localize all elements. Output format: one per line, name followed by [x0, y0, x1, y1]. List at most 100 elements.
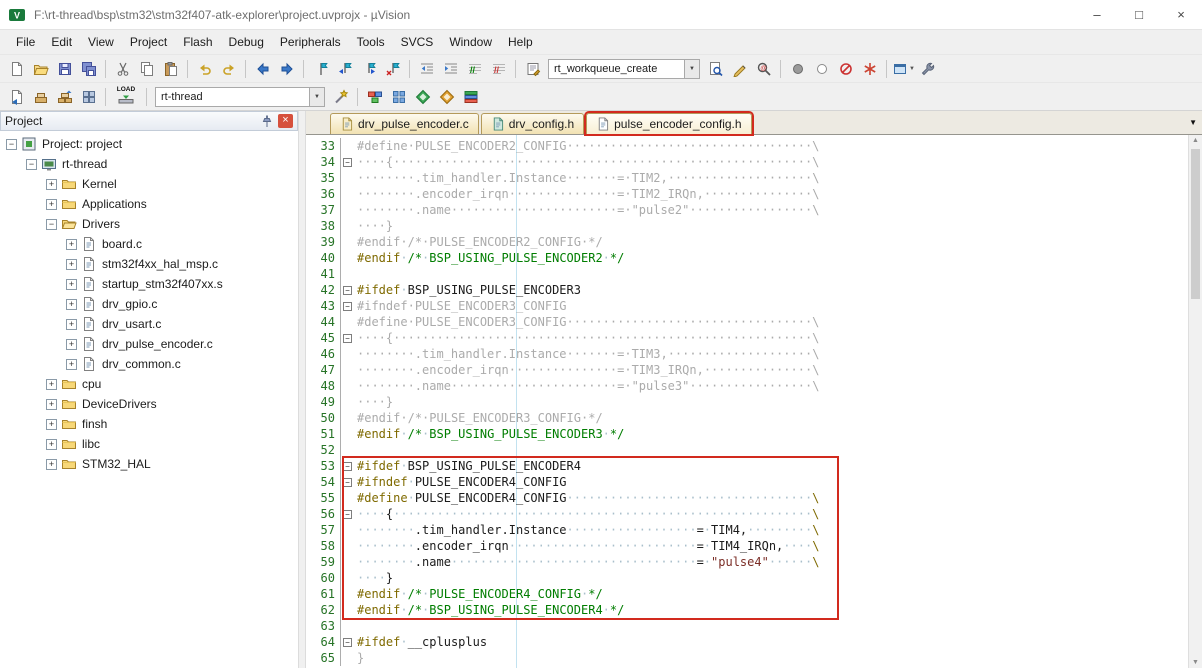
cut-icon[interactable] — [111, 58, 134, 80]
collapse-icon[interactable]: − — [343, 510, 352, 519]
expand-icon[interactable]: + — [46, 379, 57, 390]
menu-help[interactable]: Help — [500, 32, 541, 52]
code-line-44[interactable]: 44#define·PULSE_ENCODER3_CONFIG·········… — [306, 314, 1188, 330]
code-line-50[interactable]: 50#endif·/*·PULSE_ENCODER3_CONFIG·*/ — [306, 410, 1188, 426]
collapse-icon[interactable]: − — [343, 638, 352, 647]
fold-marker-icon[interactable]: − — [340, 330, 354, 346]
code-line-39[interactable]: 39#endif·/*·PULSE_ENCODER2_CONFIG·*/ — [306, 234, 1188, 250]
target-combo[interactable]: rt-thread▼ — [155, 87, 325, 107]
expand-icon[interactable]: + — [46, 399, 57, 410]
code-line-62[interactable]: 62#endif·/*·BSP_USING_PULSE_ENCODER4·*/ — [306, 602, 1188, 618]
expand-icon[interactable]: + — [46, 199, 57, 210]
save-icon[interactable] — [53, 58, 76, 80]
manage-project-items-icon[interactable] — [363, 86, 386, 108]
navigate-back-icon[interactable] — [251, 58, 274, 80]
menu-view[interactable]: View — [80, 32, 122, 52]
file-extensions-icon[interactable] — [387, 86, 410, 108]
code-line-47[interactable]: 47········.encoder_irqn···············=·… — [306, 362, 1188, 378]
menu-peripherals[interactable]: Peripherals — [272, 32, 349, 52]
code-line-61[interactable]: 61#endif·/*·PULSE_ENCODER4_CONFIG·*/ — [306, 586, 1188, 602]
expand-icon[interactable]: + — [46, 439, 57, 450]
fold-marker-icon[interactable]: − — [340, 154, 354, 170]
tree-item-drv-pulse-encoder-c[interactable]: +drv_pulse_encoder.c — [0, 334, 298, 354]
menu-flash[interactable]: Flash — [175, 32, 220, 52]
code-line-56[interactable]: 56−····{································… — [306, 506, 1188, 522]
configure-tools-icon[interactable] — [916, 58, 939, 80]
redo-icon[interactable] — [217, 58, 240, 80]
expand-icon[interactable]: + — [46, 459, 57, 470]
bookmark-clear-icon[interactable] — [381, 58, 404, 80]
minimize-button[interactable]: – — [1076, 0, 1118, 30]
collapse-icon[interactable]: − — [6, 139, 17, 150]
tree-item-stm32f4xx-hal-msp-c[interactable]: +stm32f4xx_hal_msp.c — [0, 254, 298, 274]
scrollbar-down-icon[interactable]: ▼ — [1189, 659, 1202, 666]
batch-build-icon[interactable] — [77, 86, 100, 108]
fold-marker-icon[interactable]: − — [340, 506, 354, 522]
expand-icon[interactable]: + — [46, 179, 57, 190]
annotate-icon[interactable] — [728, 58, 751, 80]
expand-icon[interactable]: + — [66, 279, 77, 290]
code-line-36[interactable]: 36········.encoder_irqn···············=·… — [306, 186, 1188, 202]
code-line-42[interactable]: 42−#ifdef·BSP_USING_PULSE_ENCODER3 — [306, 282, 1188, 298]
expand-icon[interactable]: + — [46, 419, 57, 430]
breakpoint-kill-all-icon[interactable] — [858, 58, 881, 80]
code-line-64[interactable]: 64−#ifdef·__cplusplus — [306, 634, 1188, 650]
code-line-35[interactable]: 35········.tim_handler.Instance·······=·… — [306, 170, 1188, 186]
undo-icon[interactable] — [193, 58, 216, 80]
save-all-icon[interactable] — [77, 58, 100, 80]
tree-item-finsh[interactable]: +finsh — [0, 414, 298, 434]
expand-icon[interactable]: + — [66, 299, 77, 310]
new-file-icon[interactable] — [5, 58, 28, 80]
download-icon[interactable]: LOAD — [111, 86, 141, 108]
collapse-icon[interactable]: − — [343, 286, 352, 295]
bookmark-toggle-icon[interactable] — [309, 58, 332, 80]
indent-right-icon[interactable] — [439, 58, 462, 80]
code-line-43[interactable]: 43−#ifndef·PULSE_ENCODER3_CONFIG — [306, 298, 1188, 314]
code-line-38[interactable]: 38····} — [306, 218, 1188, 234]
pin-icon[interactable] — [260, 114, 274, 128]
tree-item-libc[interactable]: +libc — [0, 434, 298, 454]
tree-item-drv-usart-c[interactable]: +drv_usart.c — [0, 314, 298, 334]
code-line-33[interactable]: 33#define·PULSE_ENCODER2_CONFIG·········… — [306, 138, 1188, 154]
code-line-54[interactable]: 54−#ifndef·PULSE_ENCODER4_CONFIG — [306, 474, 1188, 490]
open-folder-icon[interactable] — [29, 58, 52, 80]
code-line-58[interactable]: 58········.encoder_irqn·················… — [306, 538, 1188, 554]
editor-scrollbar[interactable]: ▲ ▼ — [1188, 135, 1202, 668]
code-line-55[interactable]: 55#define·PULSE_ENCODER4_CONFIG·········… — [306, 490, 1188, 506]
fold-marker-icon[interactable]: − — [340, 282, 354, 298]
tree-item-startup-stm32f407xx-s[interactable]: +startup_stm32f407xx.s — [0, 274, 298, 294]
search-icon[interactable]: @ — [752, 58, 775, 80]
menu-window[interactable]: Window — [441, 32, 500, 52]
expand-icon[interactable]: + — [66, 339, 77, 350]
tree-item-project-project[interactable]: −Project: project — [0, 134, 298, 154]
find-in-files-icon[interactable] — [704, 58, 727, 80]
close-button[interactable]: × — [1160, 0, 1202, 30]
code-line-52[interactable]: 52 — [306, 442, 1188, 458]
comment-icon[interactable]: // — [463, 58, 486, 80]
tab-pulse-encoder-config-h[interactable]: pulse_encoder_config.h — [586, 113, 751, 134]
tree-item-drivers[interactable]: −Drivers — [0, 214, 298, 234]
pack-installer-icon[interactable] — [435, 86, 458, 108]
search-combo[interactable]: rt_workqueue_create▼ — [548, 59, 700, 79]
breakpoint-insert-icon[interactable] — [786, 58, 809, 80]
breakpoint-enable-icon[interactable] — [810, 58, 833, 80]
tab-drv-pulse-encoder-c[interactable]: drv_pulse_encoder.c — [330, 113, 479, 134]
copy-icon[interactable] — [135, 58, 158, 80]
panel-splitter[interactable] — [298, 111, 306, 668]
collapse-icon[interactable]: − — [343, 158, 352, 167]
collapse-icon[interactable]: − — [343, 334, 352, 343]
code-line-53[interactable]: 53−#ifdef·BSP_USING_PULSE_ENCODER4 — [306, 458, 1188, 474]
bookmark-next-icon[interactable] — [357, 58, 380, 80]
menu-edit[interactable]: Edit — [43, 32, 80, 52]
paste-icon[interactable] — [159, 58, 182, 80]
configure-flags-icon[interactable] — [521, 58, 544, 80]
menu-svcs[interactable]: SVCS — [393, 32, 442, 52]
code-line-41[interactable]: 41 — [306, 266, 1188, 282]
tree-item-stm32-hal[interactable]: +STM32_HAL — [0, 454, 298, 474]
code-line-57[interactable]: 57········.tim_handler.Instance·········… — [306, 522, 1188, 538]
tab-list-arrow-icon[interactable]: ▼ — [1189, 118, 1197, 127]
navigate-forward-icon[interactable] — [275, 58, 298, 80]
collapse-icon[interactable]: − — [343, 462, 352, 471]
collapse-icon[interactable]: − — [343, 302, 352, 311]
code-line-34[interactable]: 34−····{································… — [306, 154, 1188, 170]
